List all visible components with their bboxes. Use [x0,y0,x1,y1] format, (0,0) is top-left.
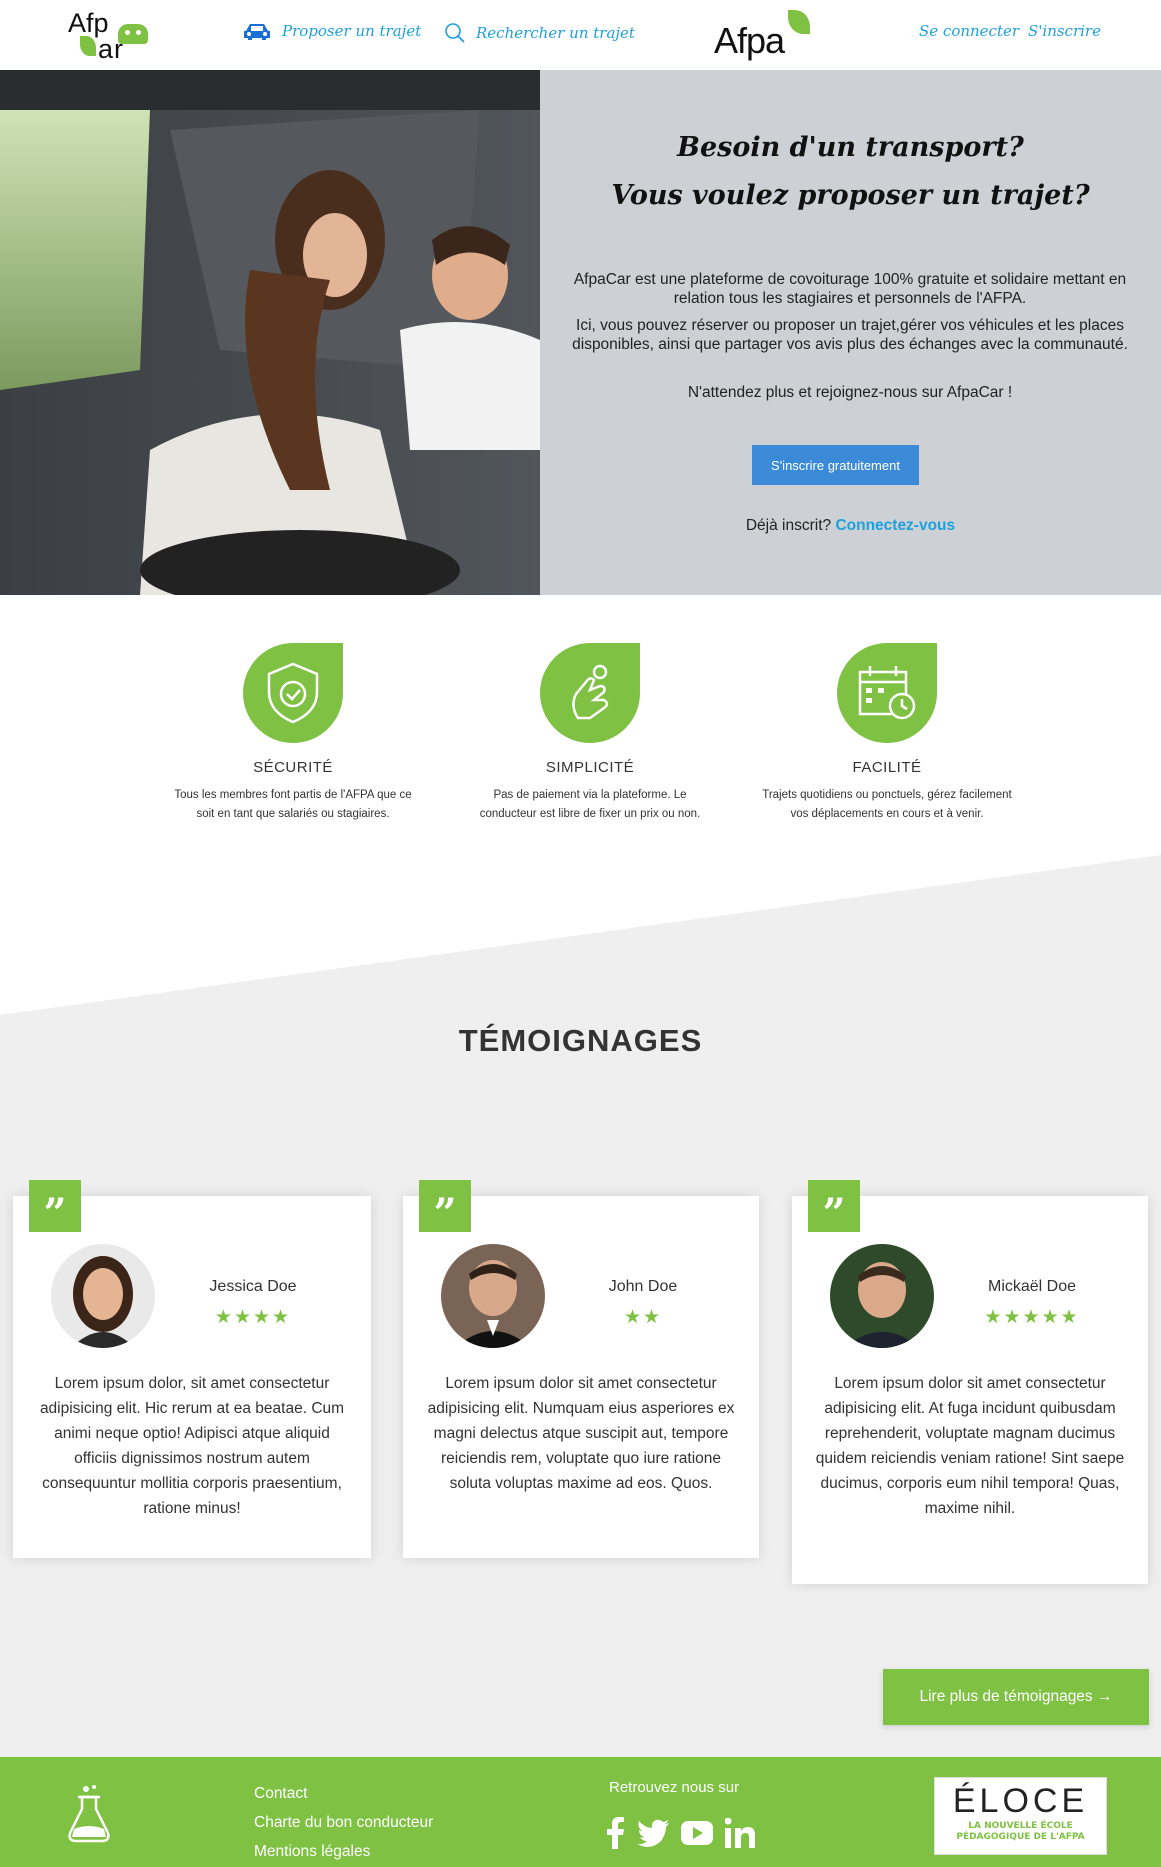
rating-stars: ★★★★★ [984,1307,1080,1328]
feature-title: SÉCURITÉ [253,759,333,776]
nav-search-label: Rechercher un trajet [476,24,635,42]
afpacar-logo[interactable]: Afp ar [68,6,166,64]
testimonial-name: Jessica Doe [209,1278,297,1295]
avatar [51,1244,155,1348]
nav-search-trip[interactable]: Rechercher un trajet [444,22,635,44]
avatar [441,1244,545,1348]
features-section: SÉCURITÉ Tous les membres font partis de… [0,595,1161,855]
already-text: Déjà inscrit? [745,517,832,534]
testimonial-card: ” Jessica Doe ★★★★ Lorem ipsum dolor, si… [13,1180,371,1558]
hero-section: Besoin d'un transport? Vous voulez propo… [0,70,1161,595]
leaf-icon [80,36,96,56]
testimonial-text: Lorem ipsum dolor sit amet consectetur a… [815,1375,1125,1517]
hero-paragraph-3: N'attendez plus et rejoignez-nous sur Af… [687,384,1013,401]
nav-propose-trip[interactable]: Proposer un trajet [242,22,421,40]
nav-propose-label: Proposer un trajet [282,22,422,40]
feature-desc: Trajets quotidiens ou ponctuels, gérez f… [762,789,1012,820]
navbar: Afp ar Proposer un trajet Rechercher un … [0,0,1161,70]
feature-security: SÉCURITÉ Tous les membres font partis de… [158,643,428,824]
hero-paragraph-1: AfpaCar est une plateforme de covoiturag… [573,271,1127,307]
afpa-logo[interactable]: Afpa [714,8,814,61]
hero-title-line1: Besoin d'un transport? [677,132,1024,163]
footer-link-contact[interactable]: Contact [254,1779,433,1808]
calendar-clock-icon [837,643,937,743]
car-icon [242,22,272,40]
rating-stars: ★★ [623,1307,663,1328]
linkedin-icon[interactable] [725,1818,755,1848]
facebook-icon[interactable] [605,1817,625,1849]
quote-icon: ” [29,1180,81,1234]
youtube-icon[interactable] [681,1821,713,1845]
flask-logo-icon[interactable] [64,1783,114,1847]
eloce-title: ÉLOCE [952,1782,1089,1820]
footer-link-charter[interactable]: Charte du bon conducteur [254,1808,433,1837]
login-link[interactable]: Se connecter [919,22,1019,40]
follow-us-label: Retrouvez nous sur [609,1779,740,1796]
register-free-button[interactable]: S'inscrire gratuitement [752,445,919,485]
testimonial-name: John Doe [608,1278,678,1295]
car-logo-icon [118,24,148,44]
feature-title: SIMPLICITÉ [545,759,635,776]
eloce-subtitle-2: PÉDAGOGIQUE DE L'AFPA [956,1832,1085,1842]
afpa-leaf-icon [788,10,810,34]
avatar [830,1244,934,1348]
eloce-subtitle-1: LA NOUVELLE ÉCOLE [968,1821,1073,1831]
quote-icon: ” [808,1180,860,1234]
testimonial-name: Mickaël Doe [987,1278,1077,1295]
eloce-logo[interactable]: ÉLOCE LA NOUVELLE ÉCOLE PÉDAGOGIQUE DE L… [934,1777,1107,1855]
shield-check-icon [243,643,343,743]
already-registered: Déjà inscrit? Connectez-vous [540,517,1161,535]
quote-icon: ” [419,1180,471,1234]
connect-link[interactable]: Connectez-vous [835,517,955,534]
testimonial-card: ” Mickaël Doe ★★★★★ Lorem ipsum dolor si… [792,1180,1148,1584]
hand-money-icon [540,643,640,743]
testimonial-text: Lorem ipsum dolor sit amet consectetur a… [427,1375,735,1492]
afpa-logo-text: Afpa [714,20,785,61]
footer-link-legal[interactable]: Mentions légales [254,1837,433,1866]
feature-desc: Pas de paiement via la plateforme. Le co… [479,789,701,820]
footer-links: Contact Charte du bon conducteur Mention… [254,1779,433,1866]
feature-simplicity: SIMPLICITÉ Pas de paiement via la platef… [455,643,725,824]
hero-paragraph-2: Ici, vous pouvez réserver ou proposer un… [572,317,1128,353]
feature-desc: Tous les membres font partis de l'AFPA q… [174,789,412,820]
section-divider [0,855,1161,1015]
testimonials-title: TÉMOIGNAGES [458,1023,703,1058]
rating-stars: ★★★★ [214,1307,292,1328]
signup-link[interactable]: S'inscrire [1028,22,1101,40]
search-icon [444,22,466,44]
twitter-icon[interactable] [637,1819,669,1847]
social-links [605,1817,755,1849]
testimonial-card: ” John Doe ★★ Lorem ipsum dolor sit amet… [403,1180,759,1558]
feature-title: FACILITÉ [852,759,922,776]
feature-ease: FACILITÉ Trajets quotidiens ou ponctuels… [752,643,1022,824]
more-testimonials-button[interactable]: Lire plus de témoignages → [883,1669,1149,1725]
hero-title-line2: Vous voulez proposer un trajet? [611,180,1090,211]
testimonial-text: Lorem ipsum dolor, sit amet consectetur … [39,1375,345,1517]
footer: Contact Charte du bon conducteur Mention… [0,1757,1161,1867]
